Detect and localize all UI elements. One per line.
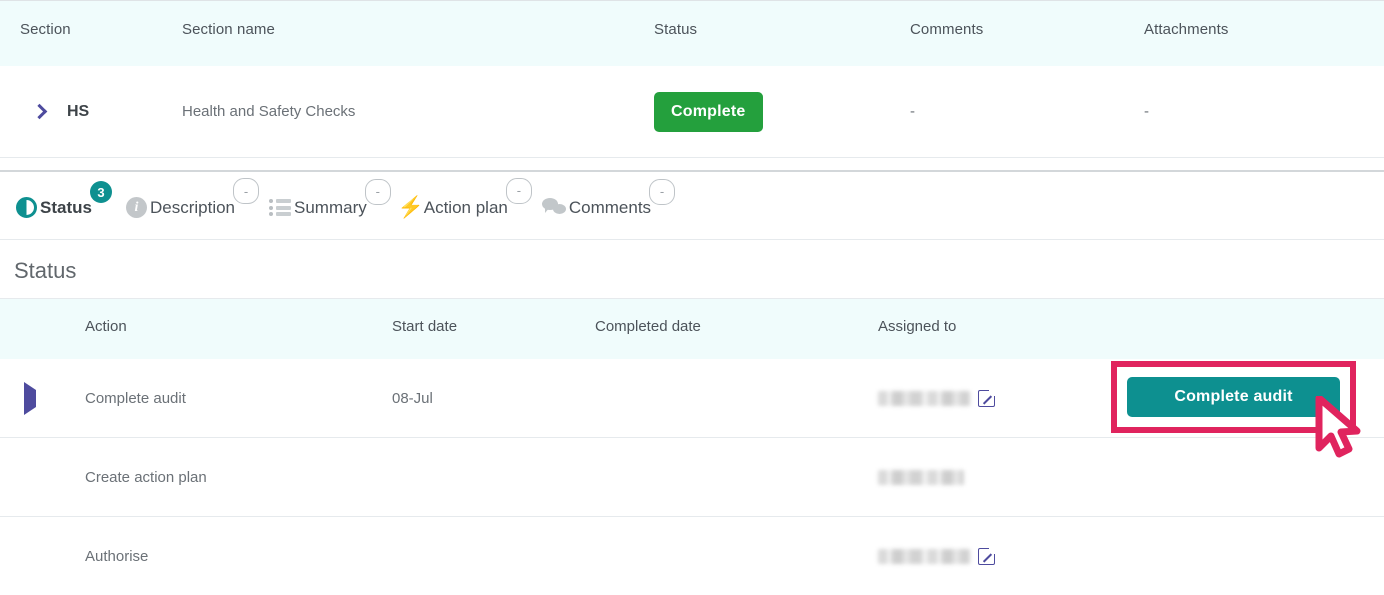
action-name: Complete audit (85, 389, 186, 407)
info-circle-icon: i (125, 197, 147, 218)
column-header-comments: Comments (910, 21, 984, 38)
tab-status[interactable]: Status 3 (16, 181, 112, 218)
tab-description-label: Description (149, 197, 236, 217)
sections-table: Section Section name Status Comments Att… (0, 0, 1384, 158)
row-action-cell: Complete audit (1094, 359, 1384, 438)
assigned-to-cell (878, 469, 1094, 485)
column-header-assigned-to: Assigned to (878, 318, 957, 335)
tab-comments[interactable]: Comments - (541, 178, 676, 218)
table-row[interactable]: HS Health and Safety Checks Complete - - (0, 66, 1384, 158)
tab-status-badge: 3 (89, 181, 112, 203)
redacted-name (878, 390, 970, 406)
section-expander-cell[interactable]: HS (0, 103, 182, 121)
column-header-start-date: Start date (392, 318, 458, 335)
redacted-name (878, 469, 964, 485)
row-action-cell (1094, 438, 1384, 517)
column-header-completed-date: Completed date (595, 318, 701, 335)
play-triangle-icon (24, 381, 36, 415)
lightning-bolt-icon: ⚡ (397, 195, 424, 219)
section-status-cell: Complete (654, 91, 910, 132)
edit-pencil-icon[interactable] (978, 544, 998, 565)
tab-summary-label: Summary (294, 197, 367, 217)
complete-audit-button[interactable]: Complete audit (1127, 376, 1340, 417)
tab-summary-badge: - (364, 178, 391, 205)
section-name: Health and Safety Checks (182, 103, 356, 120)
column-header-action: Action (85, 318, 127, 335)
chevron-right-icon[interactable] (31, 103, 48, 120)
contrast-circle-icon (16, 197, 37, 218)
column-header-status: Status (654, 21, 698, 38)
edit-pencil-icon[interactable] (978, 386, 998, 407)
section-code: HS (67, 102, 90, 120)
tab-summary[interactable]: Summary - (269, 178, 391, 218)
status-badge: Complete (654, 91, 763, 132)
status-table-header: Action Start date Completed date Assigne… (0, 299, 1384, 359)
tab-comments-label: Comments (568, 197, 652, 217)
list-icon (269, 199, 292, 216)
column-header-section-name: Section name (182, 21, 275, 38)
assigned-to-cell (878, 544, 1094, 565)
section-comments: - (910, 103, 915, 120)
action-name: Create action plan (85, 468, 207, 486)
tab-action-plan[interactable]: ⚡ Action plan - (397, 177, 532, 219)
tab-comments-badge: - (649, 178, 676, 205)
status-panel-title: Status (14, 258, 77, 283)
tab-status-label: Status (40, 197, 92, 217)
assigned-to-cell (878, 386, 1094, 407)
row-action-cell (1094, 517, 1384, 595)
table-row[interactable]: Complete audit 08-Jul Complete audit (0, 359, 1384, 438)
column-header-attachments: Attachments (1144, 21, 1229, 38)
table-row[interactable]: Authorise (0, 517, 1384, 595)
speech-bubbles-icon (541, 198, 566, 217)
tab-description-badge: - (233, 178, 260, 204)
action-name: Authorise (85, 547, 149, 565)
audit-section-panel: Section Section name Status Comments Att… (0, 0, 1384, 595)
status-table: Action Start date Completed date Assigne… (0, 298, 1384, 595)
column-header-section: Section (20, 21, 71, 38)
redacted-name (878, 548, 970, 564)
tab-action-plan-badge: - (505, 177, 532, 204)
tab-description[interactable]: i Description - (125, 178, 260, 218)
row-marker-cell (0, 381, 85, 415)
tab-action-plan-label: Action plan (423, 197, 508, 217)
sections-table-header: Section Section name Status Comments Att… (0, 1, 1384, 66)
detail-tabs: Status 3 i Description - Summary - ⚡ Act… (0, 170, 1384, 240)
section-attachments: - (1144, 103, 1149, 120)
table-row[interactable]: Create action plan (0, 438, 1384, 517)
start-date: 08-Jul (392, 389, 433, 407)
